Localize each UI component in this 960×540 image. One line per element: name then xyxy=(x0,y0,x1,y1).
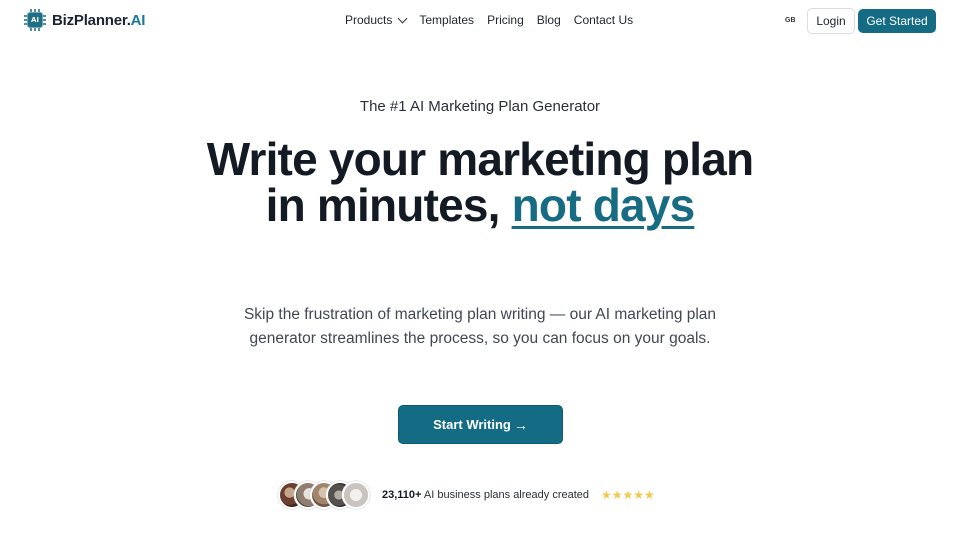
login-button[interactable]: Login xyxy=(807,8,855,34)
cta-label: Start Writing xyxy=(433,417,511,432)
get-started-button[interactable]: Get Started xyxy=(858,9,936,33)
headline-accent: not days xyxy=(511,179,696,231)
avatar xyxy=(342,481,370,509)
plans-count-label: AI business plans already created xyxy=(421,489,590,501)
brand-name: BizPlanner.AI xyxy=(52,12,145,29)
chevron-down-icon xyxy=(397,13,408,23)
brand-logo-link[interactable]: AI BizPlanner.AI xyxy=(24,9,145,31)
main-menu: Products Templates Pricing Blog Contact … xyxy=(345,13,633,27)
hero-headline: Write your marketing plan in minutes, no… xyxy=(200,136,760,228)
chip-logo-icon: AI xyxy=(24,9,46,31)
logo-chip-text: AI xyxy=(30,16,40,24)
nav-item-label: Products xyxy=(345,13,393,27)
top-navigation: AI BizPlanner.AI Products Templates Pric… xyxy=(0,0,960,42)
arrow-right-icon: → xyxy=(513,416,528,433)
hero-eyebrow: The #1 AI Marketing Plan Generator xyxy=(359,98,601,115)
nav-item-templates[interactable]: Templates xyxy=(419,13,474,27)
nav-item-contact[interactable]: Contact Us xyxy=(574,13,633,27)
nav-item-pricing[interactable]: Pricing xyxy=(487,13,524,27)
nav-item-products[interactable]: Products xyxy=(345,13,408,27)
brand-name-main: BizPlanner. xyxy=(52,11,131,29)
language-selector[interactable]: GB xyxy=(785,17,796,24)
start-writing-button[interactable]: Start Writing → xyxy=(398,405,563,444)
nav-item-blog[interactable]: Blog xyxy=(537,13,561,27)
star-rating-icon: ★★★★★ xyxy=(601,488,655,502)
plans-count: 23,110+ xyxy=(382,489,422,501)
brand-name-accent: AI xyxy=(130,11,146,29)
hero-subheadline: Skip the frustration of marketing plan w… xyxy=(243,306,717,347)
plans-created-text: 23,110+ AI business plans already create… xyxy=(382,489,589,501)
social-proof: 23,110+ AI business plans already create… xyxy=(278,480,655,510)
avatar-group xyxy=(278,481,370,509)
